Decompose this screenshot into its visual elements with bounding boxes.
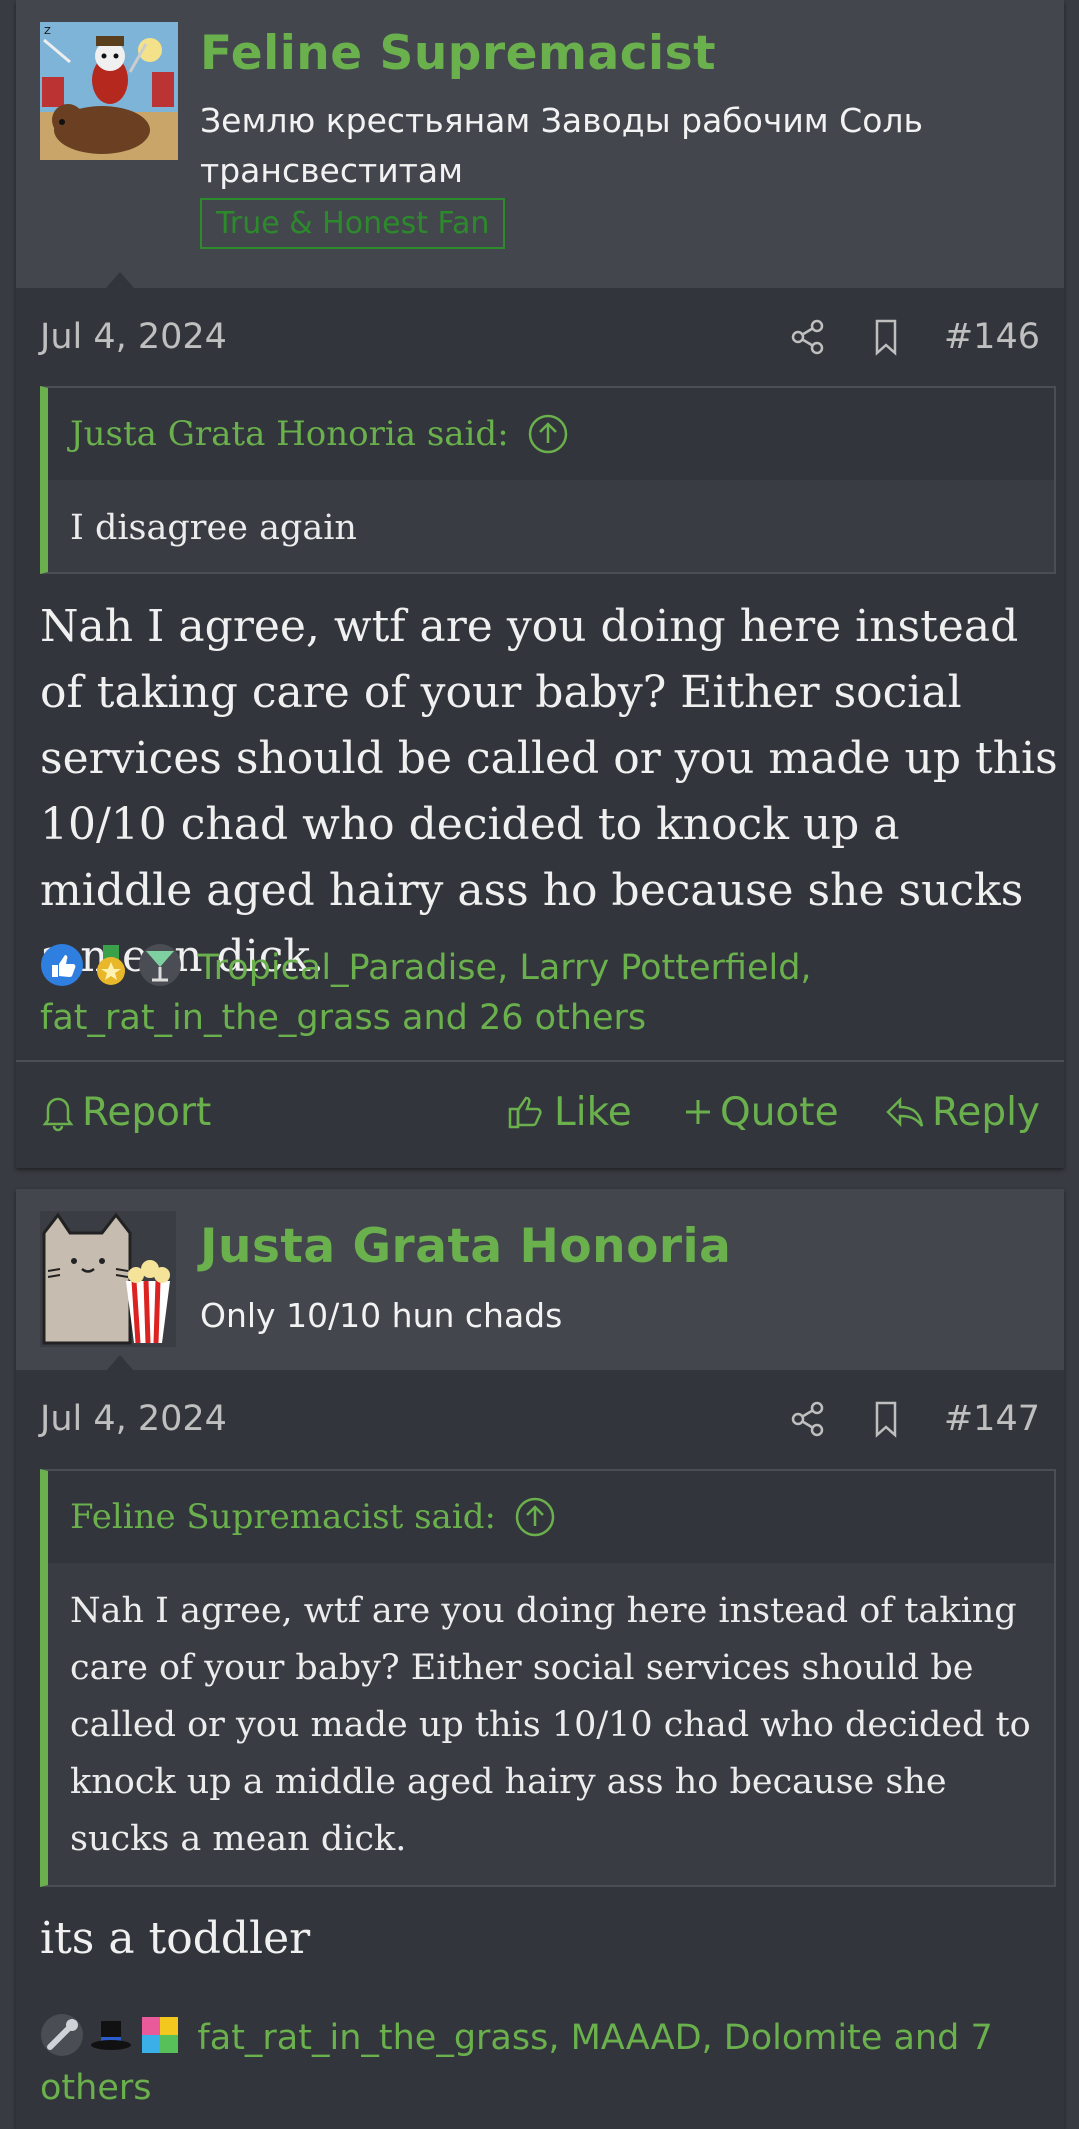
post-header: Z Feline Supremacist Землю крестьянам За… [16, 0, 1064, 288]
bell-icon [42, 1097, 74, 1132]
post-meta: Jul 4, 2024 #146 [40, 307, 1040, 367]
reactions-text[interactable]: fat_rat_in_the_grass, MAAAD, Dolomite an… [40, 2018, 993, 2108]
reply-icon [886, 1096, 924, 1128]
quote-label: Quote [720, 1089, 839, 1135]
bookmark-icon[interactable] [866, 317, 906, 357]
top-hat-icon [89, 2013, 133, 2057]
user-title: Землю крестьянам Заводы рабочим Соль тра… [200, 101, 923, 190]
like-label: Like [554, 1089, 632, 1135]
report-label: Report [82, 1089, 212, 1135]
quote-text: I disagree again [70, 508, 357, 548]
post-146: Z Feline Supremacist Землю крестьянам За… [16, 0, 1064, 1168]
post-header: Justa Grata Honoria Only 10/10 hun chads [16, 1189, 1064, 1370]
quote-button[interactable]: Quote [682, 1062, 839, 1162]
post-date[interactable]: Jul 4, 2024 [40, 1389, 227, 1449]
post-number[interactable]: #146 [944, 317, 1040, 357]
reply-label: Reply [932, 1089, 1041, 1135]
quote-text: Nah I agree, wtf are you doing here inst… [70, 1591, 1031, 1859]
reactions-bar[interactable]: fat_rat_in_the_grass, MAAAD, Dolomite an… [40, 2013, 1050, 2113]
username[interactable]: Justa Grata Honoria [200, 1219, 731, 1274]
quote-author[interactable]: Feline Supremacist said: [70, 1497, 496, 1537]
avatar[interactable]: Z [40, 22, 178, 160]
avatar[interactable] [40, 1211, 176, 1347]
reactions-bar[interactable]: Tropical_Paradise, Larry Potterfield, fa… [40, 943, 1050, 1043]
thumbs-up-icon [508, 1096, 542, 1129]
quote-block: Feline Supremacist said: Nah I agree, wt… [40, 1469, 1056, 1887]
cocktail-icon [138, 943, 182, 987]
post-147: Justa Grata Honoria Only 10/10 hun chads… [16, 1189, 1064, 2129]
post-number[interactable]: #147 [944, 1399, 1040, 1439]
jump-to-quote-icon[interactable] [527, 413, 569, 455]
user-title: Only 10/10 hun chads [200, 1296, 563, 1335]
reply-button[interactable]: Reply [884, 1062, 1040, 1162]
quote-author[interactable]: Justa Grata Honoria said: [70, 414, 509, 454]
jump-to-quote-icon[interactable] [514, 1496, 556, 1538]
puzzle-icon [138, 2013, 182, 2057]
thumbs-up-icon [40, 943, 84, 987]
post-message: Nah I agree, wtf are you doing here inst… [40, 601, 1058, 982]
header-pointer [106, 1355, 134, 1371]
bookmark-icon[interactable] [866, 1399, 906, 1439]
svg-text:Z: Z [44, 26, 51, 37]
quote-header[interactable]: Feline Supremacist said: [48, 1471, 1054, 1563]
share-icon[interactable] [788, 317, 828, 357]
post-actions: Report Like Quote Reply [16, 1060, 1064, 1162]
wrench-icon [40, 2013, 84, 2057]
header-pointer [106, 272, 134, 288]
plus-icon [686, 1100, 710, 1124]
report-button[interactable]: Report [40, 1062, 211, 1162]
post-date[interactable]: Jul 4, 2024 [40, 307, 227, 367]
like-button[interactable]: Like [506, 1062, 632, 1162]
post-message: its a toddler [40, 1913, 311, 1964]
user-banner: True & Honest Fan [200, 198, 506, 249]
username[interactable]: Feline Supremacist [200, 26, 716, 81]
post-meta: Jul 4, 2024 #147 [40, 1389, 1040, 1449]
quote-block: Justa Grata Honoria said: I disagree aga… [40, 386, 1056, 574]
medal-icon [89, 943, 133, 987]
quote-header[interactable]: Justa Grata Honoria said: [48, 388, 1054, 480]
share-icon[interactable] [788, 1399, 828, 1439]
